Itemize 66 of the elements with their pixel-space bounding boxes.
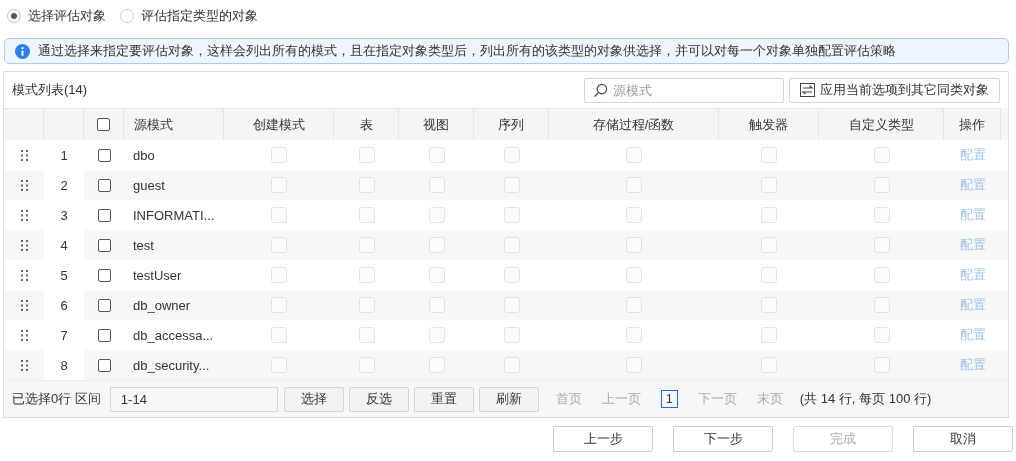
wizard-button[interactable]: 取消 bbox=[913, 426, 1013, 452]
drag-handle-icon[interactable] bbox=[20, 239, 28, 251]
drag-handle-icon[interactable] bbox=[20, 299, 28, 311]
schema-name: guest bbox=[133, 177, 165, 193]
row-checkbox[interactable] bbox=[97, 298, 111, 312]
column-header: 触发器 bbox=[749, 115, 788, 134]
column-header: 操作 bbox=[959, 115, 985, 134]
row-checkbox[interactable] bbox=[97, 238, 111, 252]
drag-handle-icon[interactable] bbox=[20, 329, 28, 341]
column-header: 序列 bbox=[498, 115, 524, 134]
row-number: 6 bbox=[44, 290, 84, 320]
table-row[interactable]: 6 db_owner 配置 bbox=[4, 290, 1008, 320]
page-summary: (共 14 行, 每页 100 行) bbox=[799, 390, 932, 408]
row-checkbox[interactable] bbox=[97, 178, 111, 192]
table-row[interactable]: 4 test 配置 bbox=[4, 230, 1008, 260]
drag-handle-icon[interactable] bbox=[20, 359, 28, 371]
schema-name: INFORMATI... bbox=[133, 207, 215, 223]
row-checkbox[interactable] bbox=[97, 148, 111, 162]
search-field[interactable]: 源模式 bbox=[584, 77, 784, 103]
column-header: 创建模式 bbox=[252, 115, 305, 134]
row-number: 4 bbox=[44, 230, 84, 260]
row-number: 2 bbox=[44, 170, 84, 200]
drag-handle-icon[interactable] bbox=[20, 179, 28, 191]
schema-name: db_owner bbox=[133, 297, 191, 313]
toolbar-button[interactable]: 刷新 bbox=[478, 386, 539, 412]
schema-name: test bbox=[133, 237, 154, 253]
table-row[interactable]: 1 dbo 配置 bbox=[4, 140, 1008, 170]
schema-name: db_security... bbox=[133, 357, 210, 373]
info-icon bbox=[15, 43, 30, 59]
table-row[interactable]: 5 testUser 配置 bbox=[4, 260, 1008, 290]
table-row[interactable]: 8 db_security... 配置 bbox=[4, 350, 1008, 380]
wizard-button[interactable]: 上一步 bbox=[553, 426, 653, 452]
radio-option[interactable]: 评估指定类型的对象 bbox=[120, 7, 258, 25]
table-row[interactable]: 3 INFORMATI... 配置 bbox=[4, 200, 1008, 230]
drag-handle-icon[interactable] bbox=[20, 269, 28, 281]
apply-button[interactable]: 应用当前选项到其它同类对象 bbox=[789, 77, 1000, 103]
wizard-button[interactable]: 下一步 bbox=[673, 426, 773, 452]
row-checkbox[interactable] bbox=[97, 208, 111, 222]
schema-name: testUser bbox=[133, 267, 182, 283]
schema-name: dbo bbox=[133, 147, 155, 163]
row-checkbox[interactable] bbox=[97, 328, 111, 342]
drag-handle-icon[interactable] bbox=[20, 149, 28, 161]
column-header: 自定义类型 bbox=[848, 115, 914, 134]
row-checkbox[interactable] bbox=[97, 358, 111, 372]
column-header: 存储过程/函数 bbox=[592, 115, 675, 134]
row-checkbox[interactable] bbox=[97, 268, 111, 282]
swap-icon bbox=[800, 83, 815, 97]
selection-count: 已选择0行 区间 bbox=[12, 390, 101, 408]
column-header: 视图 bbox=[423, 115, 449, 134]
toolbar-button[interactable]: 反选 bbox=[348, 386, 409, 412]
radio-option[interactable]: 选择评估对象 bbox=[7, 7, 106, 25]
table-row[interactable]: 2 guest 配置 bbox=[4, 170, 1008, 200]
table-row[interactable]: 7 db_accessa... 配置 bbox=[4, 320, 1008, 350]
column-header: 源模式 bbox=[134, 115, 173, 134]
info-text: 通过选择来指定要评估对象，这样会列出所有的模式，且在指定对象类型后，列出所有的该类型的对象供选择，并可以对每一个对象单独配置评估策略 bbox=[38, 42, 896, 60]
drag-handle-icon[interactable] bbox=[20, 209, 28, 221]
toolbar-button[interactable]: 重置 bbox=[413, 386, 474, 412]
page-number[interactable]: 1 bbox=[660, 390, 678, 408]
row-number: 8 bbox=[44, 350, 84, 380]
schema-name: db_accessa... bbox=[133, 327, 214, 343]
column-header: 表 bbox=[359, 115, 373, 134]
range-field[interactable]: 1-14 bbox=[109, 386, 278, 412]
search-icon bbox=[593, 82, 608, 98]
toolbar-button[interactable]: 选择 bbox=[283, 386, 344, 412]
select-all-checkbox[interactable] bbox=[97, 118, 110, 131]
panel-title: 模式列表(14) bbox=[12, 81, 89, 99]
